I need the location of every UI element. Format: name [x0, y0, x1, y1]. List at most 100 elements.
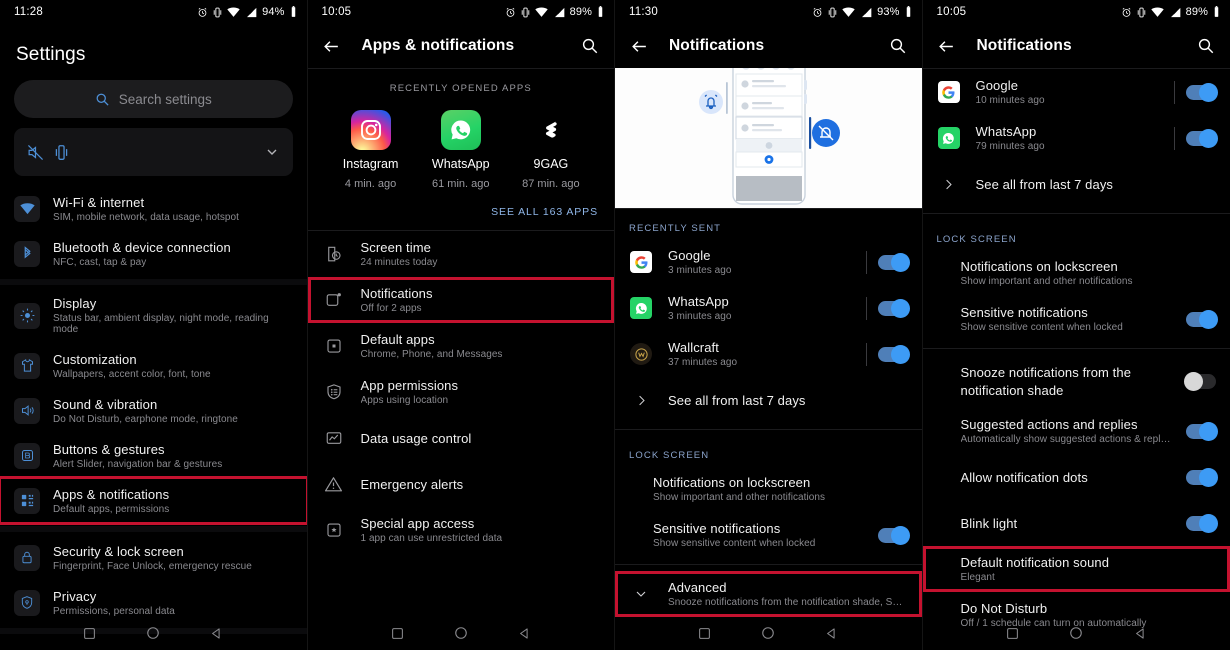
list-item-app-permissions[interactable]: App permissions Apps using location [308, 369, 615, 415]
whatsapp-icon [440, 110, 481, 150]
square-icon[interactable] [1006, 627, 1019, 640]
back-arrow-icon[interactable] [320, 34, 344, 58]
settings-item-buttons[interactable]: Buttons & gestures Alert Slider, navigati… [0, 433, 307, 478]
signal-icon [1170, 7, 1181, 17]
search-icon[interactable] [1194, 34, 1218, 58]
item-title: Bluetooth & device connection [53, 239, 231, 255]
item-title: Wi-Fi & internet [53, 194, 145, 210]
item-sub: 24 minutes today [360, 257, 438, 268]
list-item-notification-dots[interactable]: Allow notification dots [923, 454, 1230, 500]
back-arrow-icon[interactable] [935, 34, 959, 58]
navigation-bar [308, 616, 615, 650]
toggle-switch[interactable] [1184, 372, 1216, 392]
list-item-screen-time[interactable]: Screen time 24 minutes today [308, 231, 615, 277]
list-item-blink-light[interactable]: Blink light [923, 500, 1230, 546]
settings-item-display[interactable]: Display Status bar, ambient display, nigh… [0, 288, 307, 343]
circle-icon[interactable] [454, 626, 468, 640]
back-arrow-icon[interactable] [627, 34, 651, 58]
list-item-advanced[interactable]: Advanced Snooze notifications from the n… [615, 571, 922, 617]
triangle-back-icon[interactable] [1134, 627, 1147, 640]
notifications-icon [322, 291, 346, 309]
list-item-emergency-alerts[interactable]: Emergency alerts [308, 461, 615, 507]
whatsapp-icon [629, 297, 653, 319]
app-card[interactable]: Instagram 4 min. ago [328, 110, 414, 190]
square-icon[interactable] [391, 627, 404, 640]
status-time: 10:05 [936, 6, 967, 18]
triangle-back-icon[interactable] [825, 627, 838, 640]
navigation-bar [0, 616, 307, 650]
item-sub: Off for 2 apps [360, 303, 422, 314]
wallcraft-icon [629, 343, 653, 365]
list-item-default-notification-sound[interactable]: Default notification sound Elegant [922, 546, 1230, 593]
privacy-shield-icon [14, 589, 40, 616]
settings-item-sound[interactable]: Sound & vibration Do Not Disturb, earphon… [0, 388, 307, 433]
toggle-switch[interactable] [1186, 82, 1218, 102]
toggle-switch[interactable] [877, 252, 910, 272]
toggle-switch[interactable] [1186, 128, 1218, 148]
see-all-apps-link[interactable]: SEE ALL 163 APPS [308, 190, 615, 230]
battery-icon [906, 6, 910, 17]
search-input[interactable]: Search settings [14, 80, 293, 118]
square-icon[interactable] [83, 627, 96, 640]
status-time: 10:05 [321, 6, 352, 18]
list-item-special-app-access[interactable]: Special app access 1 app can use unrestri… [308, 507, 615, 553]
toggle-switch[interactable] [877, 344, 910, 364]
settings-item-apps-notifications[interactable]: Apps & notifications Default apps, permis… [0, 476, 307, 525]
status-bar: 11:30 93% [615, 0, 922, 24]
notification-app-row[interactable]: WhatsApp 79 minutes ago [923, 115, 1230, 161]
settings-item-security[interactable]: Security & lock screen Fingerprint, Face … [0, 535, 307, 580]
toggle-switch[interactable] [1186, 513, 1218, 533]
toggle-switch[interactable] [877, 525, 910, 545]
square-icon[interactable] [698, 627, 711, 640]
app-card[interactable]: 9GAG 87 min. ago [508, 110, 594, 190]
item-title: See all from last 7 days [668, 392, 806, 408]
quick-suggestion-card[interactable] [14, 128, 293, 176]
settings-item-bluetooth[interactable]: Bluetooth & device connection NFC, cast, … [0, 231, 307, 276]
search-icon[interactable] [886, 34, 910, 58]
notification-app-row[interactable]: Google 10 minutes ago [923, 69, 1230, 115]
toggle-switch[interactable] [1186, 421, 1218, 441]
toggle-switch[interactable] [877, 298, 910, 318]
search-icon[interactable] [578, 34, 602, 58]
item-title: Apps & notifications [53, 486, 170, 502]
toggle-switch[interactable] [1186, 467, 1218, 487]
status-bar: 10:05 89% [308, 0, 615, 24]
vibrate-icon [828, 7, 837, 17]
triangle-back-icon[interactable] [518, 627, 531, 640]
list-item-suggested-actions[interactable]: Suggested actions and replies Automatica… [923, 408, 1230, 454]
app-time: 61 min. ago [431, 178, 490, 190]
toggle-switch[interactable] [1186, 309, 1218, 329]
app-bar: Notifications [615, 24, 922, 68]
circle-icon[interactable] [761, 626, 775, 640]
app-card[interactable]: WhatsApp 61 min. ago [418, 110, 504, 190]
status-icons: 93% [812, 6, 911, 18]
see-all-7-days-row[interactable]: See all from last 7 days [923, 161, 1230, 207]
list-item-snooze-notifications[interactable]: Snooze notifications from the notificati… [923, 355, 1230, 408]
item-sub: Default apps, permissions [53, 503, 170, 515]
list-item-sensitive-notifications[interactable]: Sensitive notifications Show sensitive c… [615, 512, 922, 558]
list-item-default-apps[interactable]: Default apps Chrome, Phone, and Messages [308, 323, 615, 369]
list-item-sensitive-notifications[interactable]: Sensitive notifications Show sensitive c… [923, 296, 1230, 342]
list-item-notifications-on-lockscreen[interactable]: Notifications on lockscreen Show importa… [615, 466, 922, 512]
notification-app-row[interactable]: Wallcraft 37 minutes ago [615, 331, 922, 377]
notification-app-row[interactable]: WhatsApp 3 minutes ago [615, 285, 922, 331]
notification-app-row[interactable]: Google 3 minutes ago [615, 239, 922, 285]
list-item-data-usage[interactable]: Data usage control [308, 415, 615, 461]
item-sub: Permissions, personal data [53, 605, 175, 617]
circle-icon[interactable] [146, 626, 160, 640]
circle-icon[interactable] [1069, 626, 1083, 640]
item-sub: Chrome, Phone, and Messages [360, 349, 503, 360]
settings-item-wifi[interactable]: Wi-Fi & internet SIM, mobile network, dat… [0, 186, 307, 231]
settings-item-customization[interactable]: Customization Wallpapers, accent color, f… [0, 343, 307, 388]
list-item-notifications-on-lockscreen[interactable]: Notifications on lockscreen Show importa… [923, 250, 1230, 296]
triangle-back-icon[interactable] [210, 627, 223, 640]
notifications-illustration [615, 68, 922, 208]
vibrate-icon [213, 7, 222, 17]
chevron-down-icon[interactable] [264, 144, 280, 160]
search-placeholder: Search settings [118, 91, 212, 107]
item-title: Buttons & gestures [53, 441, 165, 457]
list-item-notifications[interactable]: Notifications Off for 2 apps [307, 277, 614, 323]
chevron-right-icon [937, 177, 961, 192]
see-all-7-days-row[interactable]: See all from last 7 days [615, 377, 922, 423]
chevron-right-icon [629, 393, 653, 408]
